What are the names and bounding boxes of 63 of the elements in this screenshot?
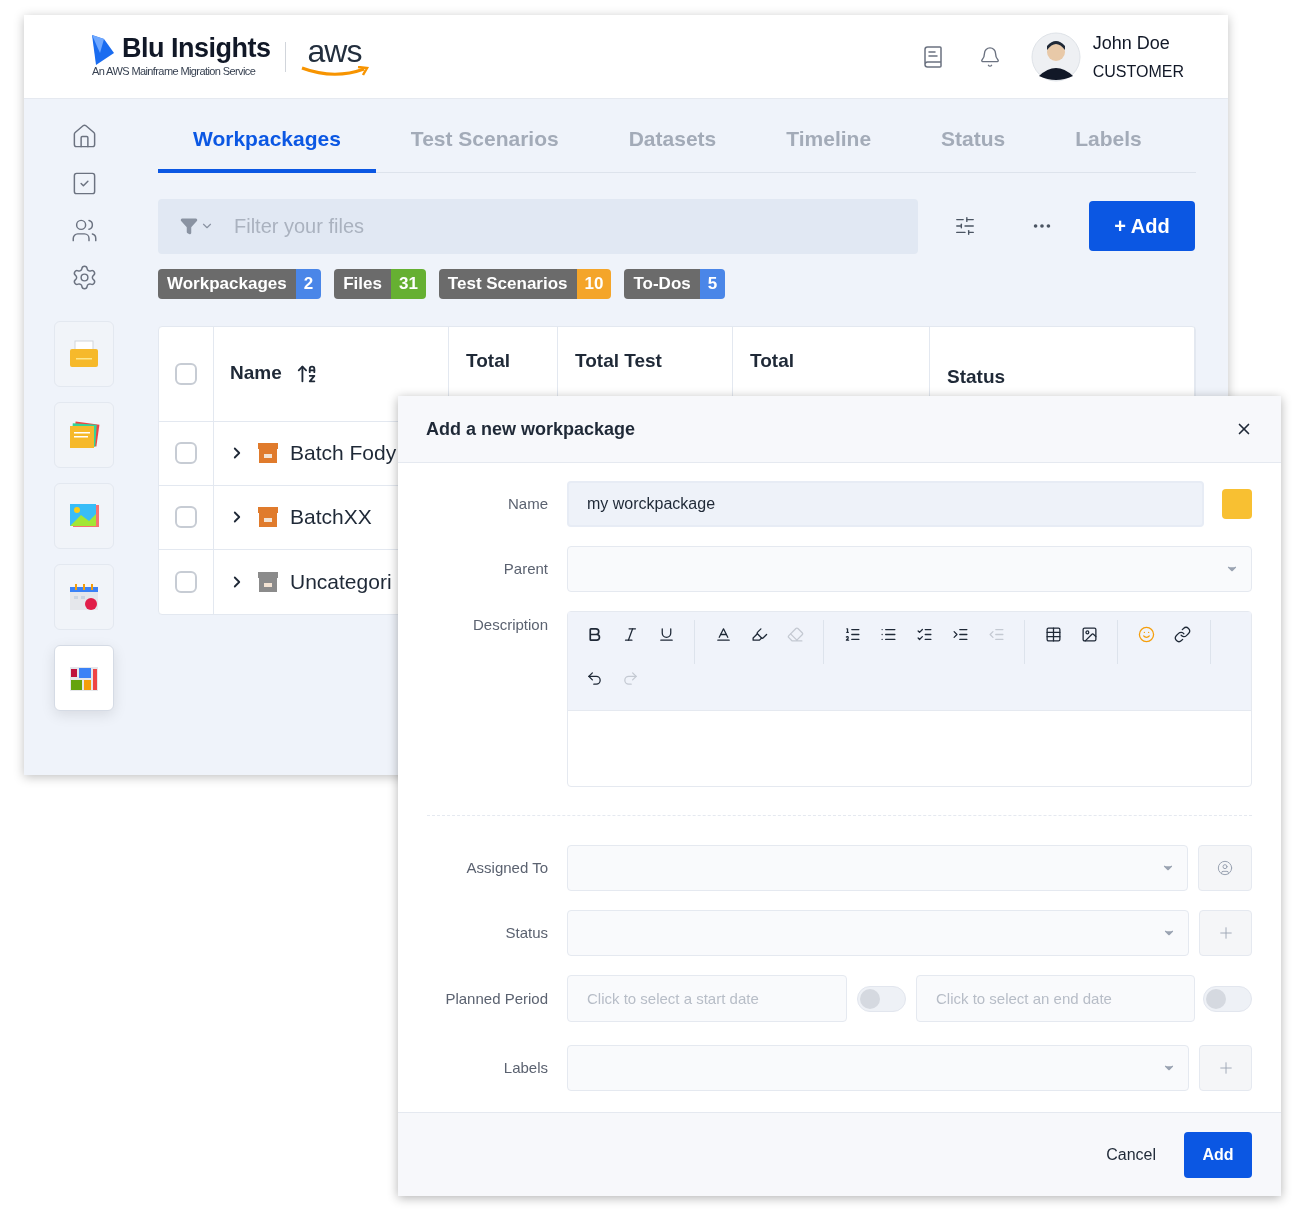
field-label: Planned Period — [445, 989, 548, 1007]
checkbox[interactable] — [175, 570, 197, 593]
add-button[interactable]: + Add — [1089, 201, 1195, 251]
users-icon[interactable] — [70, 217, 98, 244]
field-label: Assigned To — [466, 859, 548, 876]
underline-icon[interactable] — [657, 625, 675, 643]
column-header[interactable]: Total Test — [575, 349, 662, 371]
link-icon[interactable] — [1173, 625, 1191, 643]
undo-icon[interactable] — [585, 669, 603, 687]
archive-box-icon — [258, 570, 278, 593]
app-tile[interactable] — [54, 645, 114, 711]
column-header[interactable]: Total — [466, 349, 510, 371]
field-label: Status — [505, 924, 548, 941]
tab[interactable]: Workpackages — [158, 123, 376, 173]
field-label: Name — [508, 495, 548, 512]
name-field[interactable]: my worckpackage — [567, 481, 1204, 527]
settings-sliders-icon[interactable] — [954, 215, 976, 237]
app-tile[interactable] — [54, 483, 114, 549]
start-date-field[interactable]: Click to select a start date — [567, 975, 847, 1022]
brand-subtitle: An AWS Mainframe Migration Service — [92, 64, 257, 80]
field-label: Parent — [503, 560, 548, 577]
count-badge: 2 — [295, 268, 322, 299]
row-name[interactable]: Batch Fody — [290, 437, 397, 469]
notification-icon[interactable] — [978, 45, 1001, 68]
logo-icon — [90, 33, 116, 68]
user-icon — [1217, 860, 1233, 876]
field-label: Description — [472, 616, 548, 633]
checkbox[interactable] — [175, 442, 197, 464]
toggle-switch[interactable] — [1203, 985, 1252, 1012]
row-name[interactable]: Uncategori — [290, 565, 392, 598]
avatar-icon[interactable] — [1030, 31, 1081, 82]
archive-box-icon — [258, 506, 278, 528]
column-header[interactable]: Total — [750, 349, 794, 371]
field-label: Labels — [503, 1059, 548, 1076]
smile-icon — [299, 65, 370, 78]
confirm-button[interactable]: Add — [1184, 1131, 1252, 1178]
row-name[interactable]: BatchXX — [290, 501, 372, 533]
user-role: CUSTOMER — [1092, 61, 1184, 82]
user-name: John Doe — [1092, 31, 1171, 55]
table-icon[interactable] — [1044, 625, 1062, 643]
highlight-icon[interactable] — [750, 625, 768, 643]
image-icon[interactable] — [1080, 625, 1098, 643]
end-date-field[interactable]: Click to select an end date — [916, 975, 1195, 1022]
count-badge: 5 — [699, 268, 726, 299]
partner-logo: aws — [307, 35, 362, 66]
archive-box-icon — [258, 442, 278, 464]
count-badge: 10 — [576, 268, 612, 299]
column-header[interactable]: Status — [947, 365, 1006, 387]
toggle-switch[interactable] — [857, 985, 906, 1012]
count-badge: 31 — [390, 268, 426, 299]
app-tile[interactable] — [54, 402, 114, 468]
filter-icon[interactable] — [180, 216, 198, 235]
column-header[interactable]: Name — [230, 359, 282, 388]
checkbox[interactable] — [175, 506, 197, 528]
app-tile[interactable] — [54, 321, 114, 387]
app-tile[interactable] — [54, 564, 114, 630]
text-color-icon[interactable] — [714, 625, 732, 643]
color-swatch[interactable] — [1222, 489, 1252, 519]
ordered-list-icon[interactable] — [843, 625, 861, 643]
brand-name: Blu Insights — [122, 33, 271, 64]
dialog-title: Add a new workpackage — [426, 417, 636, 441]
checkbox[interactable] — [175, 362, 197, 385]
cancel-button[interactable]: Cancel — [1106, 1142, 1156, 1167]
